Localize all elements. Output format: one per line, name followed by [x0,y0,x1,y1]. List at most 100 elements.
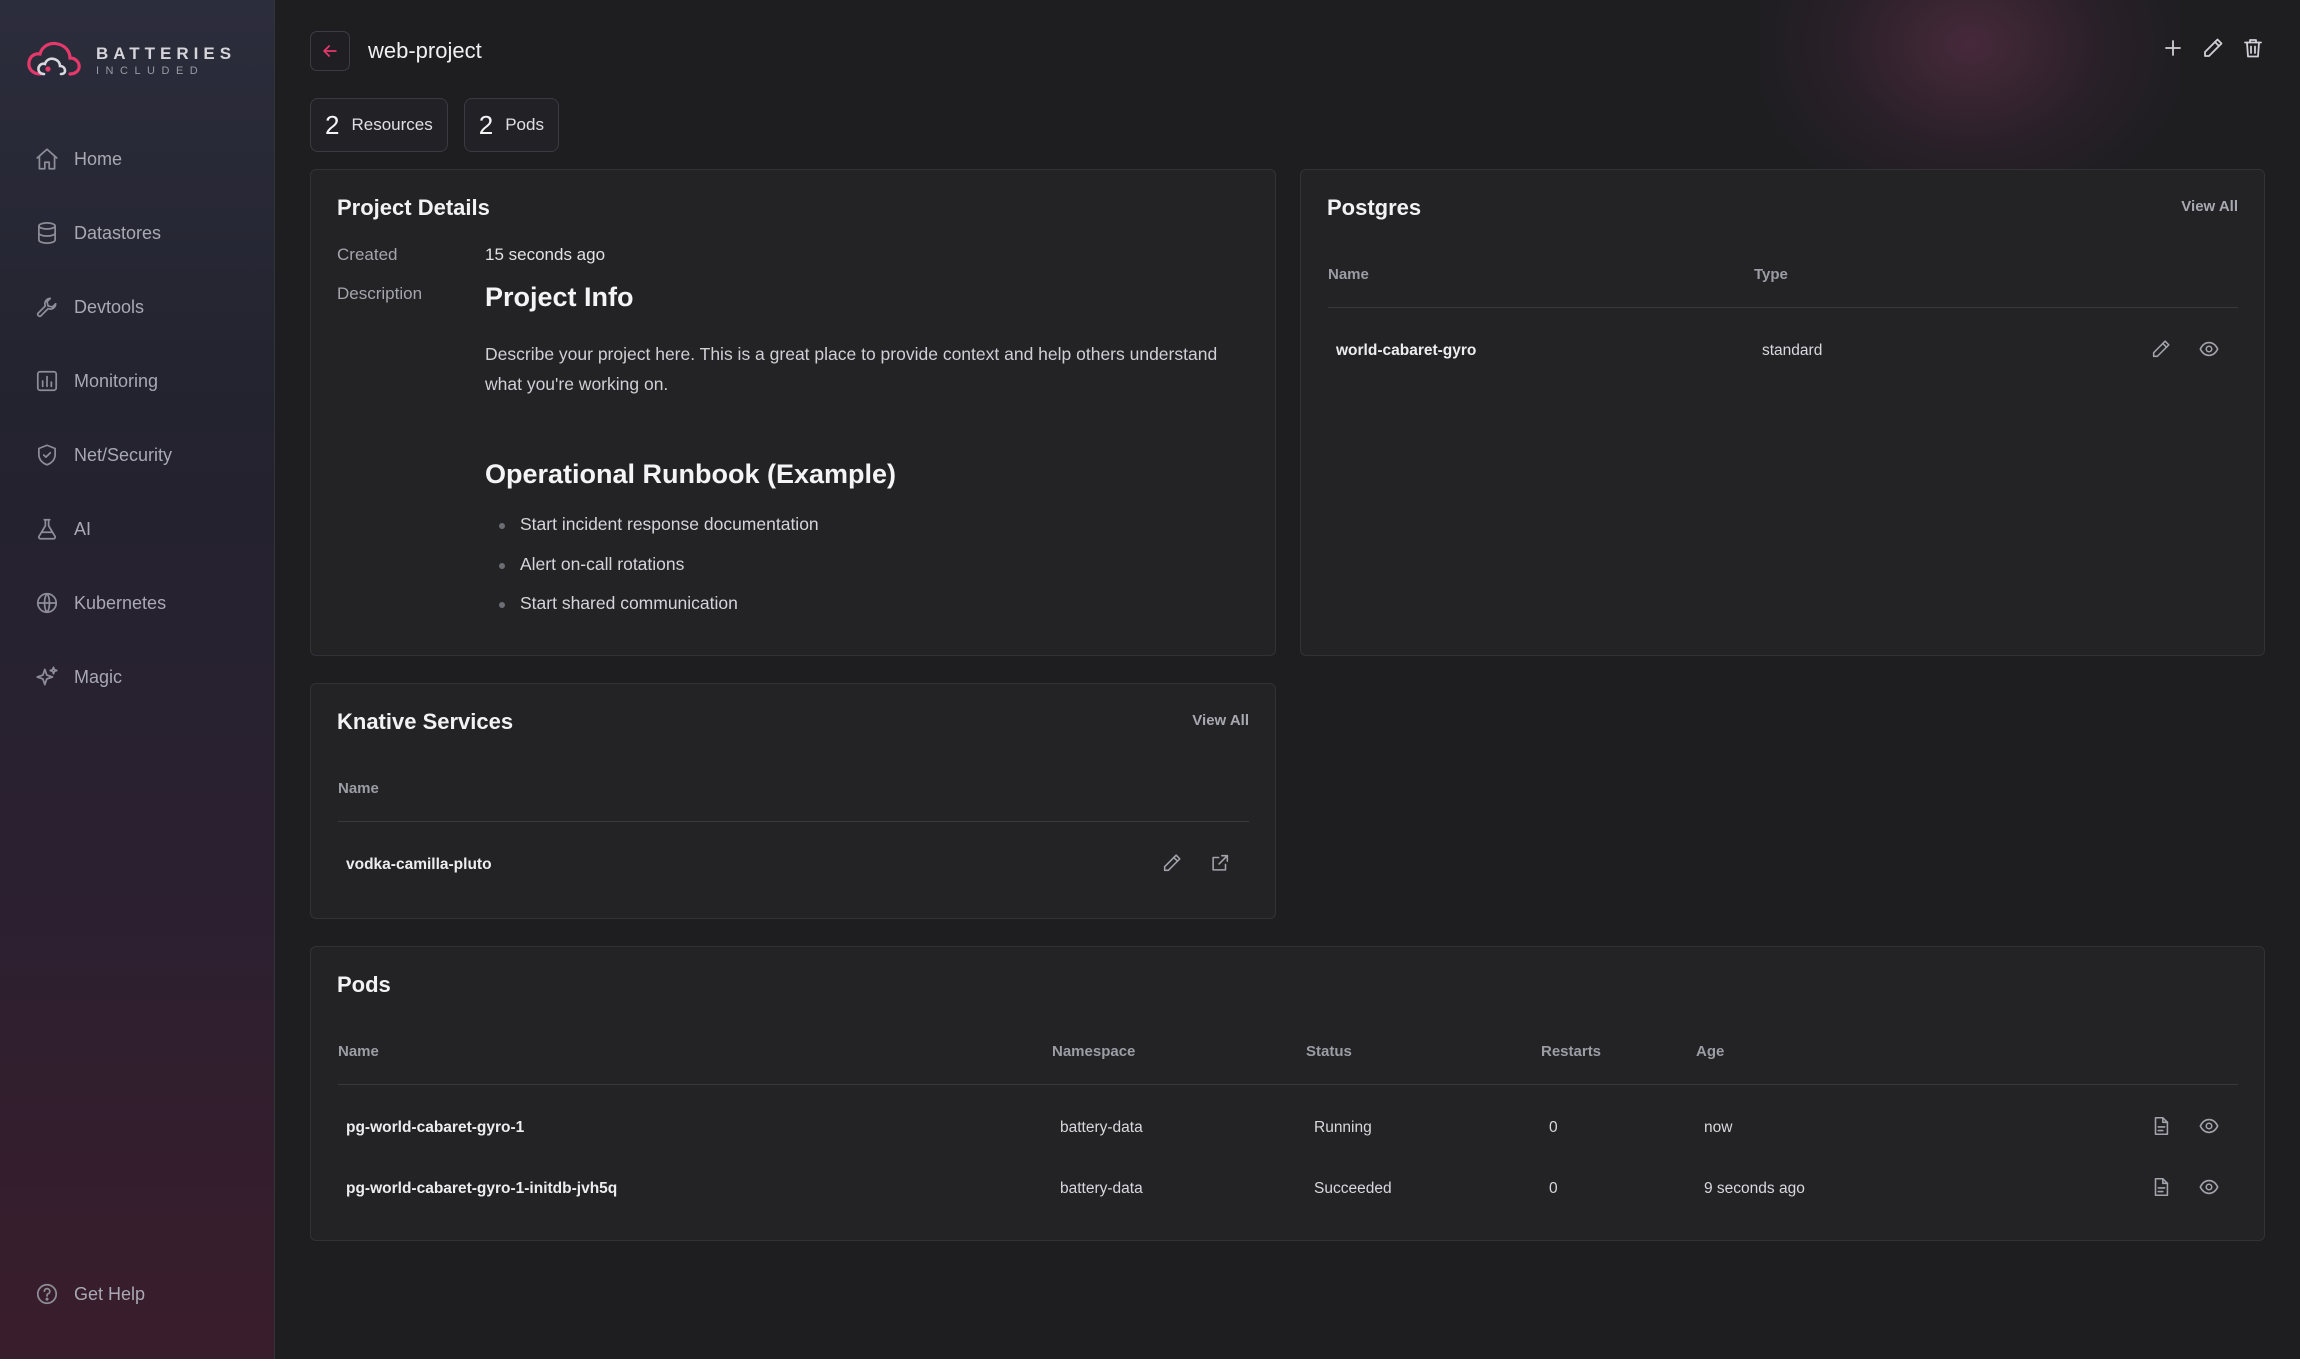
sidebar-item-label: Monitoring [74,370,159,391]
pod-namespace: battery-data [1060,1119,1143,1136]
column-header-namespace[interactable]: Namespace [1052,1043,1135,1060]
row-actions [2150,338,2220,360]
column-header-age[interactable]: Age [1696,1043,1724,1060]
brand-title: BATTERIES [96,44,237,63]
pod-namespace: battery-data [1060,1180,1143,1197]
globe-icon [36,592,58,614]
description-heading-project-info: Project Info [485,282,634,312]
project-details-card: Project Details Created 15 seconds ago D… [310,169,1276,656]
database-icon [38,222,56,244]
column-header-name[interactable]: Name [338,1043,379,1060]
brand-logo[interactable]: BATTERIES INCLUDED [26,38,236,84]
column-header-restarts[interactable]: Restarts [1541,1043,1601,1060]
edit-icon[interactable] [2150,338,2172,360]
logs-file-icon[interactable] [2150,1115,2172,1137]
get-help-link[interactable]: Get Help [0,1257,275,1331]
sidebar-item-net-security[interactable]: Net/Security [0,418,275,492]
sidebar-item-monitoring[interactable]: Monitoring [0,344,275,418]
knative-view-all-link[interactable]: View All [1192,712,1249,729]
table-divider [338,821,1249,822]
description-label: Description [337,284,423,303]
sidebar: BATTERIES INCLUDED Home Datastores Devto… [0,0,275,1359]
postgres-view-all-link[interactable]: View All [2181,198,2238,215]
pod-status: Running [1314,1119,1372,1136]
trash-icon[interactable] [2241,36,2265,60]
sidebar-item-datastores[interactable]: Datastores [0,196,275,270]
project-details-title: Project Details [337,195,490,220]
pod-status: Succeeded [1314,1180,1392,1197]
sidebar-item-label: Magic [74,666,123,687]
pod-name[interactable]: pg-world-cabaret-gyro-1-initdb-jvh5q [346,1180,617,1198]
add-icon[interactable] [2161,36,2185,60]
pods-stat[interactable]: 2 Pods [463,98,559,152]
sidebar-item-label: Net/Security [74,444,173,465]
runbook-list: Start incident response documentation Al… [485,514,1245,633]
sidebar-nav: Home Datastores Devtools Monitoring Net/… [0,122,275,714]
home-icon [36,148,58,170]
project-description: Project Info Describe your project here.… [485,282,1245,633]
sidebar-item-home[interactable]: Home [0,122,275,196]
pods-title: Pods [337,972,391,997]
help-label: Get Help [74,1283,146,1304]
sidebar-item-magic[interactable]: Magic [0,640,275,714]
postgres-cluster-name[interactable]: world-cabaret-gyro [1336,342,1476,360]
table-divider [1328,307,2238,308]
brand-subtitle: INCLUDED [96,65,205,77]
help-section: Get Help [0,1257,275,1331]
sparkles-icon [36,666,58,686]
sidebar-item-label: AI [74,518,92,539]
pods-card: Pods Name Namespace Status Restarts Age … [310,946,2265,1241]
edit-icon[interactable] [1161,852,1183,874]
sidebar-item-ai[interactable]: AI [0,492,275,566]
pod-age: 9 seconds ago [1704,1180,1805,1197]
eye-icon[interactable] [2198,1115,2220,1137]
main-content: web-project 2 Resources 2 Pods Project D… [275,0,2300,1359]
knative-title: Knative Services [337,709,514,734]
pod-age: now [1704,1119,1733,1136]
cloud-logo-icon [27,41,81,76]
chart-icon [36,370,58,392]
pods-count: 2 [478,109,494,140]
stats-row: 2 Resources 2 Pods [310,98,559,152]
arrow-left-icon [323,45,337,57]
resources-stat[interactable]: 2 Resources [310,98,448,152]
column-header-name[interactable]: Name [1328,266,1369,283]
list-item: Start incident response documentation [485,514,1245,554]
postgres-card: Postgres View All Name Type world-cabare… [1300,169,2265,656]
sidebar-item-label: Kubernetes [74,592,167,613]
header-actions [2161,36,2265,60]
row-actions [2150,1115,2220,1137]
column-header-type[interactable]: Type [1754,266,1788,283]
external-link-icon[interactable] [1209,852,1231,874]
sidebar-item-label: Datastores [74,222,162,243]
knative-services-card: Knative Services View All Name vodka-cam… [310,683,1276,919]
pod-restarts: 0 [1549,1180,1558,1197]
pod-name[interactable]: pg-world-cabaret-gyro-1 [346,1119,524,1137]
page-title: web-project [368,38,482,63]
description-paragraph: Describe your project here. This is a gr… [485,344,1218,394]
eye-icon[interactable] [2198,338,2220,360]
postgres-title: Postgres [1327,195,1422,220]
created-label: Created [337,245,398,264]
row-actions [2150,1176,2220,1198]
page-header: web-project [310,31,482,71]
shield-icon [38,444,56,466]
knative-service-name[interactable]: vodka-camilla-pluto [346,856,492,874]
edit-icon[interactable] [2201,36,2225,60]
column-header-name[interactable]: Name [338,780,379,797]
logs-file-icon[interactable] [2150,1176,2172,1198]
column-header-status[interactable]: Status [1306,1043,1352,1060]
table-divider [338,1084,2238,1085]
flask-icon [37,518,57,540]
sidebar-item-kubernetes[interactable]: Kubernetes [0,566,275,640]
question-icon [36,1283,58,1305]
app-root: BATTERIES INCLUDED Home Datastores Devto… [0,0,2300,1359]
eye-icon[interactable] [2198,1176,2220,1198]
resources-count: 2 [325,109,340,140]
row-actions [1161,852,1231,874]
sidebar-item-label: Home [74,148,123,169]
sidebar-item-label: Devtools [74,296,145,317]
list-item: Alert on-call rotations [485,554,1245,594]
back-button[interactable] [310,31,350,71]
sidebar-item-devtools[interactable]: Devtools [0,270,275,344]
